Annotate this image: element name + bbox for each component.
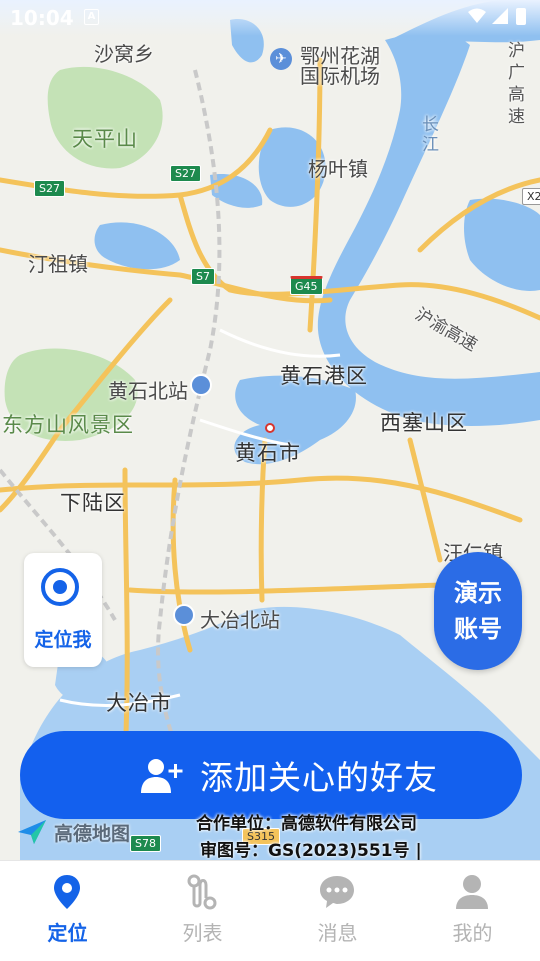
road-shield: G45 — [290, 276, 323, 295]
airport-icon: ✈ — [270, 48, 292, 70]
tab-label: 消息 — [317, 921, 358, 945]
location-pin-icon — [54, 875, 80, 909]
wifi-icon — [468, 8, 486, 23]
demo-account-button[interactable]: 演示 账号 — [434, 552, 522, 670]
map-credit-partner: 合作单位：高德软件有限公司 — [196, 814, 417, 834]
amap-logo-icon — [18, 820, 46, 844]
map-label: 黄石市 — [235, 441, 301, 465]
locate-me-button[interactable]: 定位我 — [24, 553, 102, 667]
map-label: 东方山风景区 — [2, 413, 134, 437]
map-label: 长江 — [422, 115, 439, 155]
train-station-icon — [173, 604, 195, 626]
map-label: 下陆区 — [60, 491, 126, 515]
tab-list[interactable]: 列表 — [135, 861, 270, 961]
map-label: 西塞山区 — [380, 411, 468, 435]
add-person-icon — [141, 759, 183, 793]
map-label: 沙窝乡 — [94, 42, 154, 66]
map-label: 杨叶镇 — [308, 157, 368, 181]
map-label: 黄石北站 — [108, 379, 188, 403]
status-bar: 10:04 A — [0, 0, 540, 36]
add-friend-label: 添加关心的好友 — [200, 758, 438, 797]
bottom-tab-bar: 定位 列表 消息 我的 — [0, 860, 540, 961]
map-label: 大冶北站 — [200, 608, 280, 632]
tab-label: 定位 — [47, 921, 88, 945]
map-logo: 高德地图 — [16, 818, 130, 846]
road-shield: X2 — [522, 188, 540, 205]
person-icon — [456, 875, 488, 909]
route-list-icon — [187, 874, 217, 910]
city-marker — [265, 423, 275, 433]
map-label: 汀祖镇 — [28, 252, 88, 276]
signal-icon — [492, 8, 508, 24]
status-icons — [466, 6, 530, 32]
battery-icon — [516, 8, 526, 25]
locate-target-icon — [41, 568, 79, 606]
map-label: 沪广高速 — [508, 41, 525, 127]
map-label: 黄石港区 — [280, 364, 368, 388]
demo-account-label-line1: 演示 — [454, 579, 502, 607]
map-label: 大冶市 — [106, 691, 172, 715]
notification-badge-icon: A — [84, 9, 99, 25]
train-station-icon — [190, 374, 212, 396]
status-time: 10:04 — [10, 6, 74, 30]
map-label: 国际机场 — [300, 64, 380, 88]
tab-label: 列表 — [182, 921, 223, 945]
demo-account-label-line2: 账号 — [454, 615, 502, 643]
tab-location[interactable]: 定位 — [0, 861, 135, 961]
tab-messages[interactable]: 消息 — [270, 861, 405, 961]
road-shield: S78 — [130, 835, 161, 852]
locate-me-label: 定位我 — [34, 629, 92, 651]
add-friend-button[interactable]: 添加关心的好友 — [20, 731, 522, 819]
road-shield: S27 — [170, 165, 201, 182]
map-logo-text: 高德地图 — [54, 822, 131, 845]
chat-bubble-icon — [320, 876, 354, 908]
road-shield: S7 — [191, 268, 215, 285]
road-shield: S27 — [34, 180, 65, 197]
tab-label: 我的 — [452, 921, 493, 945]
map-label: 天平山 — [72, 127, 138, 151]
tab-profile[interactable]: 我的 — [405, 861, 540, 961]
